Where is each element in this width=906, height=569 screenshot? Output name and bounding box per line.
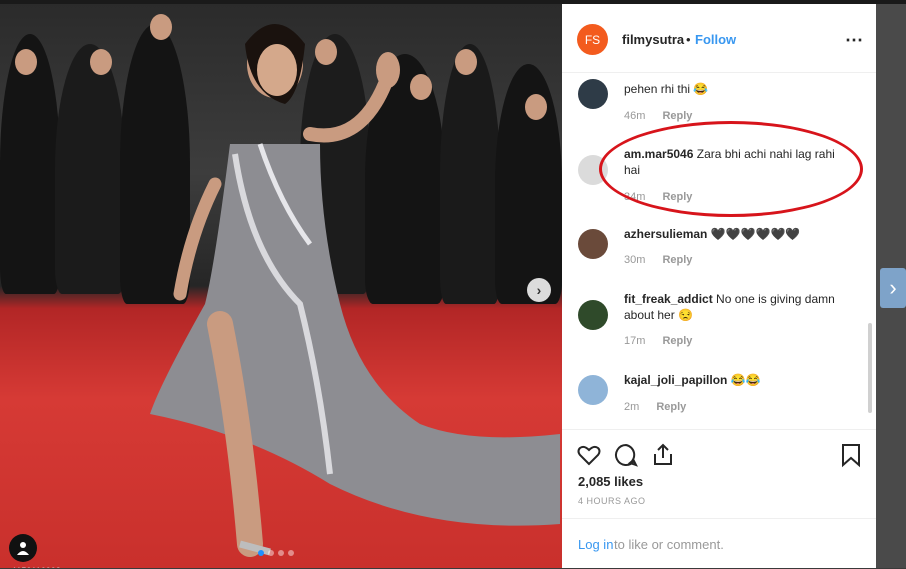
comment-meta: 46m Reply — [624, 110, 706, 122]
comment-text: pehen rhi thi 😂 — [624, 81, 854, 97]
follow-button[interactable]: Follow — [695, 32, 736, 47]
comment-text: fit_freak_addict No one is giving damn a… — [624, 291, 854, 323]
post-actions: 2,085 likes 4 HOURS AGO — [562, 429, 876, 520]
tagged-user-icon[interactable] — [9, 534, 37, 562]
carousel-next-button[interactable]: › — [527, 278, 551, 302]
more-horizontal-icon[interactable]: ⋯ — [845, 30, 864, 51]
carousel-dot — [278, 550, 284, 556]
carousel-dot — [288, 550, 294, 556]
post-side-panel: FS filmysutra • Follow ⋯ pehen rhi thi 😂… — [562, 4, 876, 568]
post-header: FS filmysutra • Follow ⋯ — [562, 4, 876, 73]
comment-username[interactable]: kajal_joli_papillon — [624, 373, 727, 387]
account-avatar[interactable]: FS — [577, 24, 608, 55]
login-link[interactable]: Log in — [578, 537, 613, 552]
bookmark-icon[interactable] — [838, 442, 864, 468]
comment-username[interactable]: fit_freak_addict — [624, 292, 713, 306]
comment-body: 🖤🖤🖤🖤🖤🖤 — [710, 227, 801, 241]
comment-meta: 2m Reply — [624, 401, 700, 413]
comment-body: pehen rhi thi 😂 — [624, 82, 709, 96]
reply-button[interactable]: Reply — [662, 110, 692, 122]
comment-body: 😂😂 — [730, 373, 761, 387]
comment-time: 46m — [624, 110, 646, 122]
commenter-avatar[interactable] — [578, 79, 608, 109]
woman-in-silver-gown — [150, 24, 560, 557]
carousel-dots — [258, 550, 294, 556]
comment-time: 30m — [624, 254, 646, 266]
heart-icon[interactable] — [576, 442, 602, 468]
reply-button[interactable]: Reply — [662, 254, 692, 266]
reply-button[interactable]: Reply — [656, 401, 686, 413]
comment-text: kajal_joli_papillon 😂😂 — [624, 372, 854, 388]
carousel-dot — [258, 550, 264, 556]
comment-time: 2m — [624, 401, 640, 413]
next-post-arrow-icon[interactable]: › — [880, 268, 906, 308]
likes-count[interactable]: 2,085 likes — [578, 474, 643, 489]
header-separator: • — [686, 32, 691, 47]
comment-username[interactable]: azhersulieman — [624, 227, 707, 241]
post-timestamp: 4 HOURS AGO — [578, 496, 646, 506]
login-prompt: Log in to like or comment. — [562, 518, 876, 569]
red-annotation-ellipse — [599, 121, 863, 217]
commenter-avatar[interactable] — [578, 375, 608, 405]
reply-button[interactable]: Reply — [662, 335, 692, 347]
share-icon[interactable] — [650, 442, 676, 468]
comments-scrollbar[interactable] — [868, 323, 872, 413]
post-photo[interactable]: › 1150116002 — [0, 4, 562, 568]
login-prompt-text: to like or comment. — [614, 537, 724, 552]
commenter-avatar[interactable] — [578, 229, 608, 259]
carousel-dot — [268, 550, 274, 556]
account-username[interactable]: filmysutra — [622, 32, 684, 47]
comment-time: 17m — [624, 335, 646, 347]
comment-meta: 30m Reply — [624, 254, 706, 266]
commenter-avatar[interactable] — [578, 300, 608, 330]
comment-icon[interactable] — [613, 442, 639, 468]
comment-meta: 17m Reply — [624, 335, 706, 347]
comment-text: azhersulieman 🖤🖤🖤🖤🖤🖤 — [624, 226, 854, 242]
